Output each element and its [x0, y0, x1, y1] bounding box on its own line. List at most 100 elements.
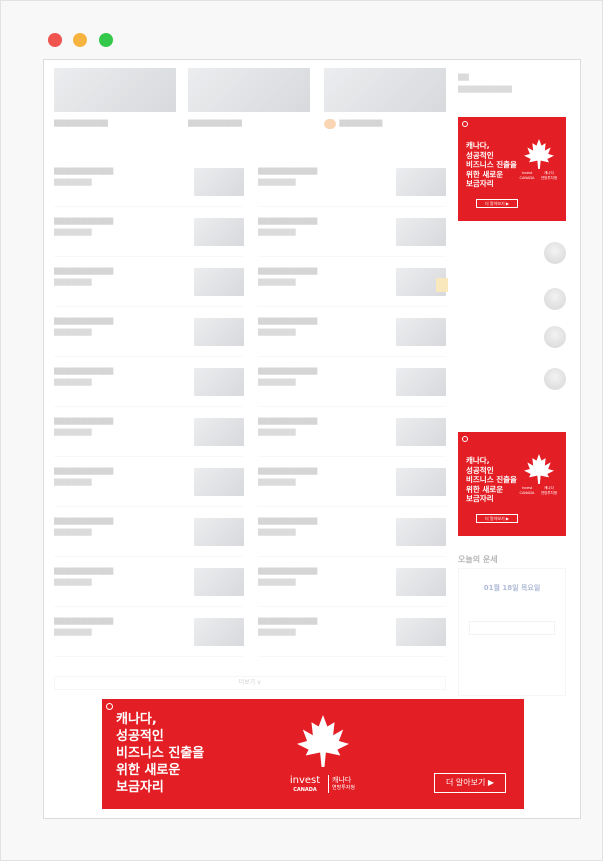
news-thumbnail[interactable]: [396, 318, 446, 346]
news-headline-placeholder[interactable]: ▇▇▇▇▇▇▇▇▇▇▇: [54, 166, 174, 176]
circle-ring-icon: [462, 436, 468, 442]
circle-ring-icon: [106, 703, 113, 710]
row-divider: [54, 356, 244, 357]
learn-more-button[interactable]: 더 알아보기 ▶: [476, 514, 518, 523]
news-thumbnail[interactable]: [194, 618, 244, 646]
news-headline-placeholder[interactable]: ▇▇▇▇▇▇▇▇▇▇▇: [258, 166, 382, 176]
row-divider: [258, 556, 446, 557]
news-thumbnail[interactable]: [396, 468, 446, 496]
news-headline-placeholder[interactable]: ▇▇▇▇▇▇▇: [54, 577, 144, 587]
news-headline-placeholder[interactable]: ▇▇▇▇▇▇▇: [54, 477, 144, 487]
news-headline-placeholder[interactable]: ▇▇▇▇▇▇▇▇▇▇▇: [54, 216, 174, 226]
news-headline-placeholder[interactable]: ▇▇▇▇▇▇▇: [54, 377, 144, 387]
news-headline-placeholder[interactable]: ▇▇▇▇▇▇▇: [54, 177, 144, 187]
row-divider: [258, 506, 446, 507]
news-thumbnail[interactable]: [194, 418, 244, 446]
horoscope-select[interactable]: [469, 621, 555, 635]
maple-leaf-icon: [524, 139, 554, 169]
news-thumbnail[interactable]: [194, 168, 244, 196]
news-headline-placeholder[interactable]: ▇▇▇▇▇▇▇▇▇▇▇: [258, 566, 382, 576]
news-headline-placeholder[interactable]: ▇▇▇▇▇▇▇▇▇▇▇: [54, 566, 174, 576]
maximize-window-dot[interactable]: [99, 33, 113, 47]
row-divider: [54, 256, 244, 257]
row-divider: [258, 356, 446, 357]
news-headline-placeholder[interactable]: ▇▇▇▇▇▇▇: [258, 527, 352, 537]
news-headline-placeholder[interactable]: ▇▇▇▇▇▇▇▇▇▇: [188, 118, 310, 128]
news-thumbnail[interactable]: [194, 368, 244, 396]
avatar: [544, 242, 566, 264]
news-headline-placeholder[interactable]: ▇▇▇▇▇▇▇: [54, 327, 144, 337]
news-thumbnail[interactable]: [396, 568, 446, 596]
news-headline-placeholder[interactable]: ▇▇▇▇▇▇▇: [258, 277, 352, 287]
news-headline-placeholder[interactable]: ▇▇▇▇▇▇▇▇▇▇▇: [54, 616, 174, 626]
news-thumbnail[interactable]: [194, 518, 244, 546]
row-divider: [258, 406, 446, 407]
news-headline-placeholder[interactable]: ▇▇▇▇▇▇▇▇▇▇▇: [258, 366, 382, 376]
row-divider: [258, 456, 446, 457]
news-headline-placeholder[interactable]: ▇▇▇▇▇▇▇▇▇▇▇: [54, 316, 174, 326]
news-headline-placeholder[interactable]: ▇▇▇▇▇▇▇▇▇▇▇: [258, 216, 382, 226]
news-headline-placeholder[interactable]: ▇▇▇▇▇▇▇▇▇▇▇: [54, 416, 174, 426]
news-headline-placeholder[interactable]: ▇▇▇▇▇▇▇: [54, 277, 144, 287]
news-headline-placeholder[interactable]: ▇▇▇▇▇▇▇: [258, 577, 352, 587]
news-headline-placeholder[interactable]: ▇▇▇▇▇▇▇▇▇▇▇: [258, 266, 382, 276]
bottom-banner-ad[interactable]: 캐나다, 성공적인 비즈니스 진출을 위한 새로운 보금자리 invest CA…: [102, 699, 524, 809]
top-news-thumbnail[interactable]: [54, 68, 176, 112]
news-headline-placeholder[interactable]: ▇▇▇▇▇▇▇: [258, 627, 352, 637]
news-headline-placeholder[interactable]: ▇▇▇▇▇▇▇▇▇▇▇: [54, 366, 174, 376]
news-headline-placeholder[interactable]: ▇▇▇▇▇▇▇▇▇▇: [54, 118, 176, 128]
row-divider: [54, 606, 244, 607]
news-headline-placeholder[interactable]: ▇▇▇▇▇▇▇▇▇▇▇: [258, 316, 382, 326]
news-headline-placeholder[interactable]: ▇▇▇▇▇▇▇▇: [324, 118, 446, 129]
news-headline-placeholder[interactable]: ▇▇▇▇▇▇▇▇▇▇▇: [54, 266, 174, 276]
news-thumbnail[interactable]: [194, 568, 244, 596]
news-thumbnail[interactable]: [194, 318, 244, 346]
row-divider: [258, 656, 446, 657]
news-headline-placeholder[interactable]: ▇▇▇▇▇▇▇: [258, 327, 352, 337]
news-headline-placeholder[interactable]: ▇▇▇▇▇▇▇▇▇▇▇: [258, 516, 382, 526]
small-news-thumbnail[interactable]: [436, 278, 448, 292]
sidebar-ad-1[interactable]: 캐나다, 성공적인 비즈니스 진출을 위한 새로운 보금자리 invest CAN…: [458, 117, 566, 221]
news-headline-placeholder[interactable]: ▇▇▇▇▇▇▇▇▇▇▇: [258, 616, 382, 626]
news-thumbnail[interactable]: [396, 418, 446, 446]
news-thumbnail[interactable]: [194, 468, 244, 496]
news-headline-placeholder[interactable]: ▇▇▇▇▇▇▇: [258, 427, 352, 437]
circle-ring-icon: [462, 121, 468, 127]
news-thumbnail[interactable]: [396, 218, 446, 246]
news-thumbnail[interactable]: [396, 368, 446, 396]
news-thumbnail[interactable]: [194, 268, 244, 296]
news-headline-placeholder[interactable]: ▇▇▇▇▇▇▇: [54, 227, 144, 237]
news-headline-placeholder[interactable]: ▇▇▇▇▇▇▇: [54, 427, 144, 437]
news-thumbnail[interactable]: [396, 518, 446, 546]
ad-brand-invest-canada: invest CANADA: [289, 775, 321, 793]
row-divider: [258, 206, 446, 207]
top-news-thumbnail[interactable]: [324, 68, 446, 112]
maple-leaf-icon: [524, 454, 554, 484]
news-headline-placeholder[interactable]: ▇▇▇▇▇▇▇▇▇▇▇: [54, 516, 174, 526]
news-thumbnail[interactable]: [194, 218, 244, 246]
news-thumbnail[interactable]: [396, 618, 446, 646]
news-headline-placeholder[interactable]: ▇▇▇▇▇▇▇: [258, 177, 352, 187]
news-headline-placeholder[interactable]: ▇▇▇▇▇▇▇: [54, 527, 144, 537]
top-news-thumbnail[interactable]: [188, 68, 310, 112]
learn-more-button[interactable]: 더 알아보기 ▶: [476, 199, 518, 208]
news-headline-placeholder[interactable]: ▇▇▇▇▇▇▇: [258, 227, 352, 237]
minimize-window-dot[interactable]: [73, 33, 87, 47]
learn-more-button[interactable]: 더 알아보기 ▶: [434, 773, 506, 793]
news-headline-placeholder[interactable]: ▇▇▇▇▇▇▇▇▇▇▇: [258, 466, 382, 476]
ad-brand-invest-canada: invest CANADA: [519, 171, 535, 180]
more-button[interactable]: 더보기 ∨: [54, 676, 446, 690]
sidebar-text-placeholder: ▇▇: [458, 73, 469, 81]
news-headline-placeholder[interactable]: ▇▇▇▇▇▇▇▇▇▇▇: [54, 466, 174, 476]
news-headline-placeholder[interactable]: ▇▇▇▇▇▇▇: [258, 477, 352, 487]
news-headline-placeholder[interactable]: ▇▇▇▇▇▇▇▇▇▇▇: [258, 416, 382, 426]
sidebar-ad-2[interactable]: 캐나다, 성공적인 비즈니스 진출을 위한 새로운 보금자리 invest CAN…: [458, 432, 566, 536]
news-headline-placeholder[interactable]: ▇▇▇▇▇▇▇: [258, 377, 352, 387]
ad-headline: 캐나다, 성공적인 비즈니스 진출을 위한 새로운 보금자리: [466, 456, 517, 503]
row-divider: [54, 656, 244, 657]
news-thumbnail[interactable]: [396, 168, 446, 196]
row-divider: [54, 556, 244, 557]
ad-brand-korean: 캐나다 연방투자청: [540, 486, 558, 495]
news-headline-placeholder[interactable]: ▇▇▇▇▇▇▇: [54, 627, 144, 637]
close-window-dot[interactable]: [48, 33, 62, 47]
